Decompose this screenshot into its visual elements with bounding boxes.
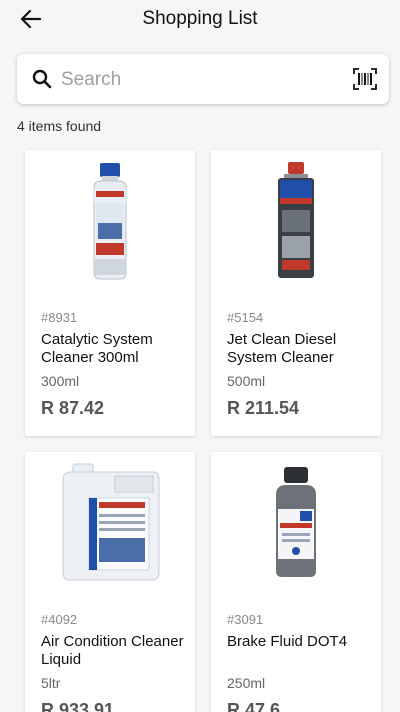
product-price: R 87.42 [41,398,105,418]
top-bar: Shopping List [0,0,400,40]
product-size: 500ml [227,373,266,389]
product-name: Brake Fluid DOT4 [227,633,348,650]
product-image [25,158,195,284]
barcode-scan-button[interactable] [353,68,377,90]
barcode-scan-icon [353,68,377,90]
product-size: 5ltr [41,675,61,691]
product-name: Jet Clean Diesel System Cleaner [227,331,337,366]
small-bottle-product [93,163,127,280]
product-card[interactable]: #8931 Catalytic System Cleaner 300ml 300… [25,150,195,436]
product-price: R 47.6 [227,700,281,712]
product-sku: #5154 [227,310,264,325]
search-icon [32,69,52,89]
product-sku: #8931 [41,310,78,325]
tall-can-product [278,162,314,278]
product-name: Air Condition Cleaner Liquid [41,633,184,668]
product-name: Catalytic System Cleaner 300ml [41,331,153,366]
product-image [25,460,195,586]
product-sku: #4092 [41,612,78,627]
product-size: 250ml [227,675,266,691]
product-card[interactable]: #4092 Air Condition Cleaner Liquid 5ltr … [25,452,195,712]
product-image [211,158,381,284]
page-title: Shopping List [142,8,258,29]
product-card[interactable]: #3091 Brake Fluid DOT4 250ml R 47.6 [211,452,381,712]
search-bar [17,54,389,104]
product-image [211,460,381,586]
product-price: R 933.91 [41,700,115,712]
product-card[interactable]: #5154 Jet Clean Diesel System Cleaner 50… [211,150,381,436]
brake-fluid-bottle-product [276,467,316,577]
search-input[interactable] [61,66,331,94]
jerrycan-product [62,463,160,581]
product-price: R 211.54 [227,398,300,418]
product-size: 300ml [41,373,80,389]
product-sku: #3091 [227,612,264,627]
results-count: 4 items found [17,118,102,134]
